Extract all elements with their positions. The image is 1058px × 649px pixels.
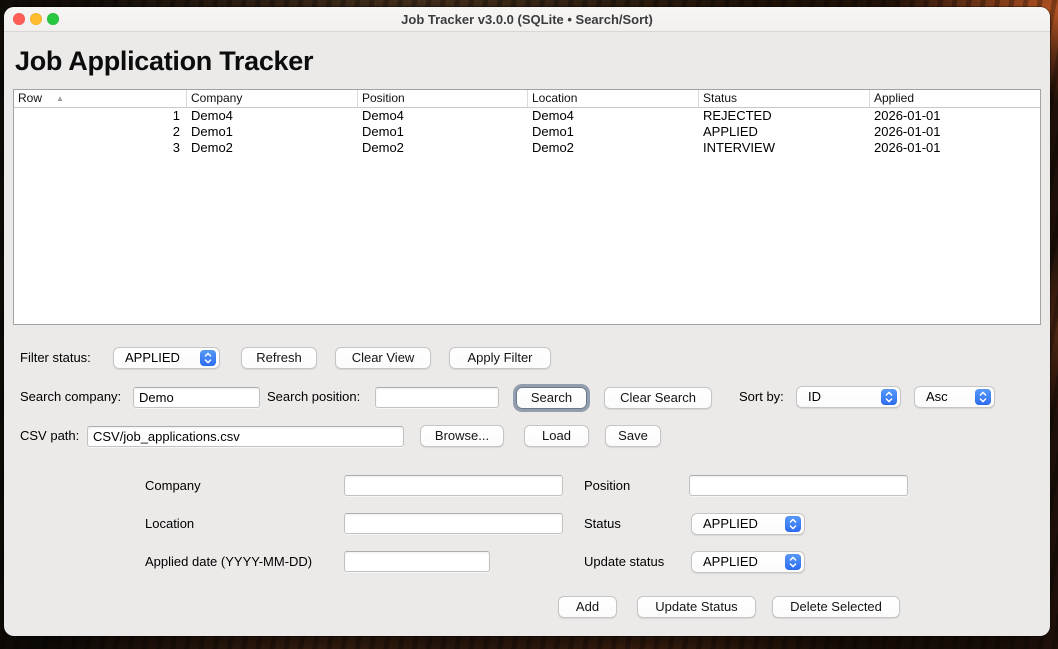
select-chevrons-icon bbox=[785, 516, 801, 532]
cell-position: Demo2 bbox=[358, 140, 528, 156]
search-position-label: Search position: bbox=[267, 386, 360, 408]
page-title: Job Application Tracker bbox=[15, 46, 313, 77]
cell-status: REJECTED bbox=[699, 108, 870, 124]
table-row[interactable]: 3 Demo2 Demo2 Demo2 INTERVIEW 2026-01-01 bbox=[14, 140, 1040, 156]
add-button[interactable]: Add bbox=[558, 596, 617, 618]
table-header-row: Row ▲ Company Position Location Status Ap… bbox=[14, 90, 1040, 108]
app-window: Job Tracker v3.0.0 (SQLite • Search/Sort… bbox=[4, 7, 1050, 636]
company-field[interactable] bbox=[344, 475, 563, 496]
sort-by-label: Sort by: bbox=[739, 386, 784, 408]
cell-row-number: 3 bbox=[14, 140, 187, 156]
cell-location: Demo2 bbox=[528, 140, 699, 156]
applied-date-field[interactable] bbox=[344, 551, 490, 572]
sort-field-select[interactable]: ID bbox=[796, 386, 901, 408]
column-header-label: Row bbox=[18, 91, 42, 105]
cell-location: Demo4 bbox=[528, 108, 699, 124]
select-chevrons-icon bbox=[881, 389, 897, 405]
load-button[interactable]: Load bbox=[524, 425, 589, 447]
search-company-input[interactable] bbox=[133, 387, 260, 408]
cell-row-number: 1 bbox=[14, 108, 187, 124]
cell-location: Demo1 bbox=[528, 124, 699, 140]
update-status-button[interactable]: Update Status bbox=[637, 596, 756, 618]
column-header-position[interactable]: Position bbox=[358, 90, 528, 107]
save-button[interactable]: Save bbox=[605, 425, 661, 447]
table-row[interactable]: 2 Demo1 Demo1 Demo1 APPLIED 2026-01-01 bbox=[14, 124, 1040, 140]
refresh-button[interactable]: Refresh bbox=[241, 347, 317, 369]
sort-field-value: ID bbox=[808, 389, 821, 404]
search-company-label: Search company: bbox=[20, 386, 121, 408]
sort-direction-select[interactable]: Asc bbox=[914, 386, 995, 408]
sort-ascending-icon: ▲ bbox=[56, 94, 64, 103]
apply-filter-button[interactable]: Apply Filter bbox=[449, 347, 551, 369]
select-chevrons-icon bbox=[975, 389, 991, 405]
csv-path-input[interactable] bbox=[87, 426, 404, 447]
table-row[interactable]: 1 Demo4 Demo4 Demo4 REJECTED 2026-01-01 bbox=[14, 108, 1040, 124]
applied-date-label: Applied date (YYYY-MM-DD) bbox=[145, 551, 312, 573]
location-label: Location bbox=[145, 513, 194, 535]
column-header-applied[interactable]: Applied bbox=[870, 90, 1040, 107]
clear-search-button[interactable]: Clear Search bbox=[604, 387, 712, 409]
search-position-input[interactable] bbox=[375, 387, 499, 408]
column-header-location[interactable]: Location bbox=[528, 90, 699, 107]
clear-view-button[interactable]: Clear View bbox=[335, 347, 431, 369]
cell-company: Demo1 bbox=[187, 124, 358, 140]
company-label: Company bbox=[145, 475, 201, 497]
filter-status-label: Filter status: bbox=[20, 347, 91, 369]
update-status-select[interactable]: APPLIED bbox=[691, 551, 805, 573]
browse-button[interactable]: Browse... bbox=[420, 425, 504, 447]
search-button[interactable]: Search bbox=[516, 387, 587, 409]
cell-applied: 2026-01-01 bbox=[870, 108, 1040, 124]
status-value: APPLIED bbox=[703, 516, 758, 531]
titlebar: Job Tracker v3.0.0 (SQLite • Search/Sort… bbox=[4, 7, 1050, 32]
update-status-label: Update status bbox=[584, 551, 664, 573]
csv-path-label: CSV path: bbox=[20, 425, 79, 447]
position-label: Position bbox=[584, 475, 630, 497]
cell-status: INTERVIEW bbox=[699, 140, 870, 156]
status-label: Status bbox=[584, 513, 621, 535]
select-chevrons-icon bbox=[200, 350, 216, 366]
cell-applied: 2026-01-01 bbox=[870, 140, 1040, 156]
column-header-company[interactable]: Company bbox=[187, 90, 358, 107]
filter-status-select[interactable]: APPLIED bbox=[113, 347, 220, 369]
cell-company: Demo4 bbox=[187, 108, 358, 124]
filter-status-value: APPLIED bbox=[125, 350, 180, 365]
update-status-value: APPLIED bbox=[703, 554, 758, 569]
location-field[interactable] bbox=[344, 513, 563, 534]
status-select[interactable]: APPLIED bbox=[691, 513, 805, 535]
cell-row-number: 2 bbox=[14, 124, 187, 140]
cell-status: APPLIED bbox=[699, 124, 870, 140]
desktop: { "window": { "title": "Job Tracker v3.0… bbox=[0, 0, 1058, 649]
column-header-status[interactable]: Status bbox=[699, 90, 870, 107]
applications-table: Row ▲ Company Position Location Status Ap… bbox=[13, 89, 1041, 325]
cell-position: Demo4 bbox=[358, 108, 528, 124]
window-title: Job Tracker v3.0.0 (SQLite • Search/Sort… bbox=[4, 7, 1050, 31]
cell-company: Demo2 bbox=[187, 140, 358, 156]
column-header-row[interactable]: Row ▲ bbox=[14, 90, 187, 107]
cell-applied: 2026-01-01 bbox=[870, 124, 1040, 140]
position-field[interactable] bbox=[689, 475, 908, 496]
cell-position: Demo1 bbox=[358, 124, 528, 140]
sort-direction-value: Asc bbox=[926, 389, 948, 404]
select-chevrons-icon bbox=[785, 554, 801, 570]
delete-selected-button[interactable]: Delete Selected bbox=[772, 596, 900, 618]
